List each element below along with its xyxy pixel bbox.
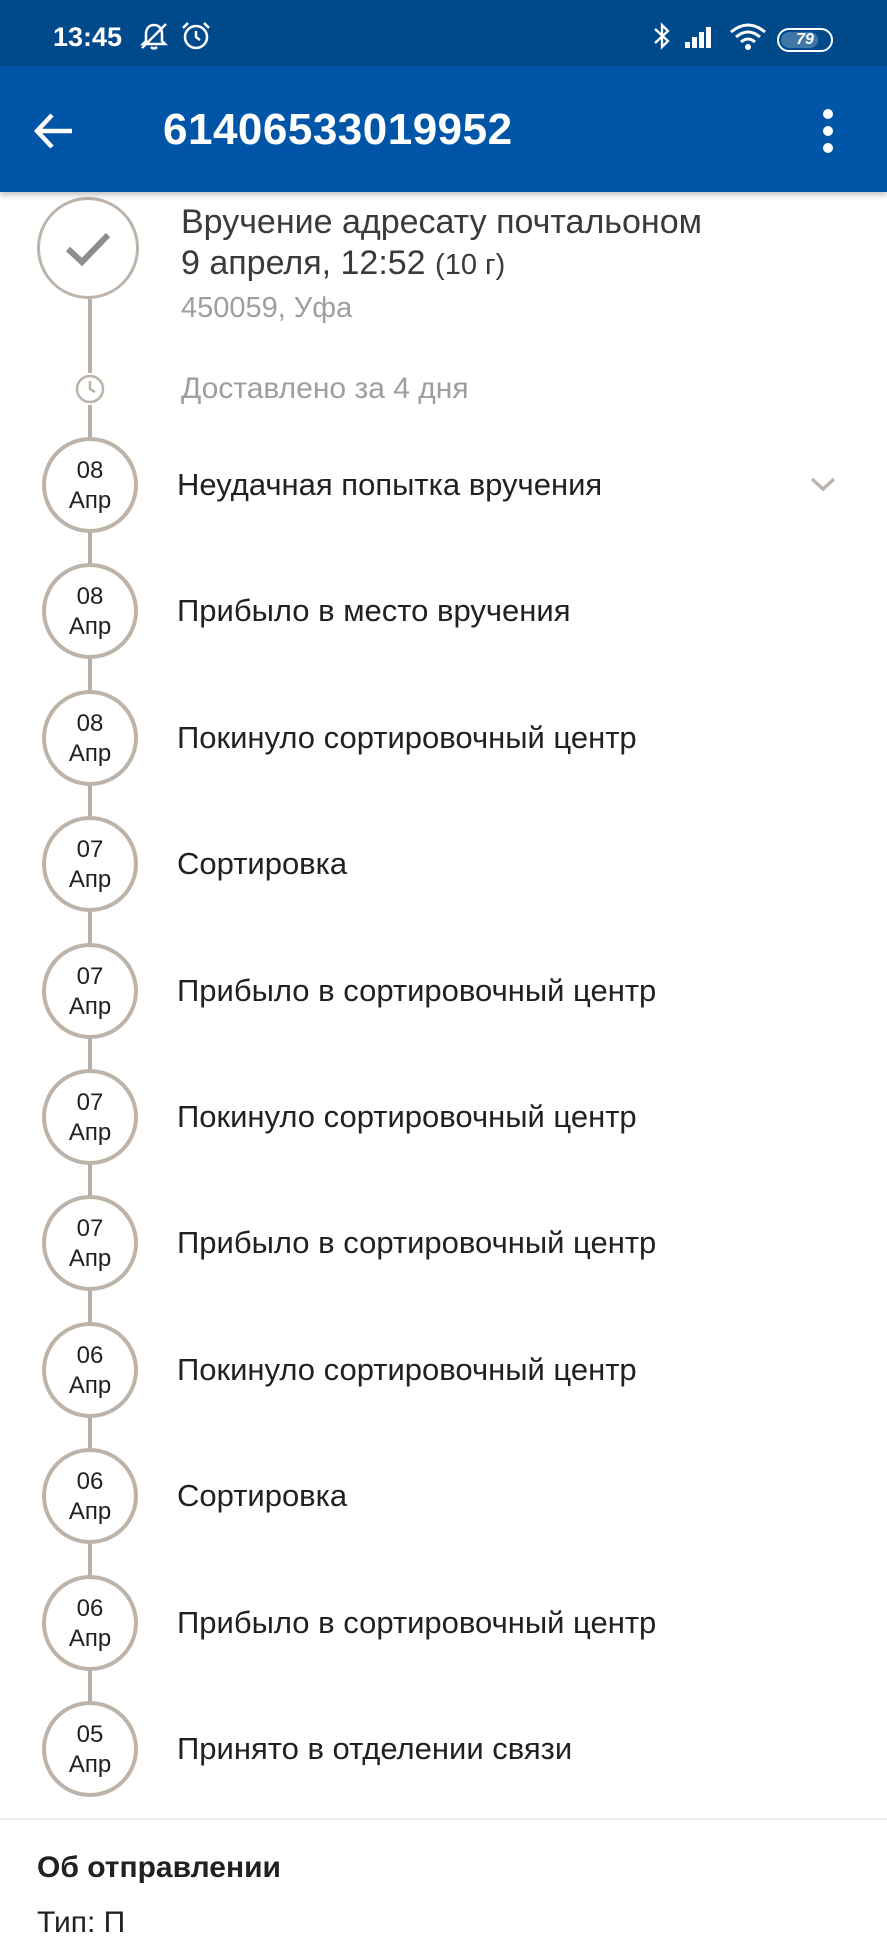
alarm-icon [182,22,210,50]
event-label: Покинуло сортировочный центр [177,1099,637,1134]
bluetooth-icon [654,22,670,50]
event-day: 08 [76,457,104,484]
shipment-type-partial: Тип: П [37,1906,126,1939]
delivered-status [37,197,139,299]
event-day: 07 [76,1215,104,1242]
final-event-place: 450059, Уфа [181,292,353,324]
event-month: Апр [68,613,112,640]
event-day: 07 [76,963,104,990]
more-options-button[interactable] [808,104,848,158]
event-date-badge: 07 Апр [42,1195,138,1291]
timeline-event-row: 07 Апр Покинуло сортировочный центр [0,1069,887,1195]
event-month: Апр [68,487,112,514]
app-bar: 61406533019952 [0,66,887,192]
event-date-badge: 08 Апр [42,690,138,786]
event-day: 08 [76,710,104,737]
timeline-event-row: 06 Апр Сортировка [0,1448,887,1574]
event-date-badge: 05 Апр [42,1701,138,1797]
event-day: 08 [76,583,104,610]
final-event-date: 9 апреля, 12:52 (10 г) [181,244,505,283]
event-label: Покинуло сортировочный центр [177,720,637,755]
event-month: Апр [68,866,112,893]
timeline-event-row: 06 Апр Прибыло в сортировочный центр [0,1575,887,1701]
event-date-badge: 07 Апр [42,816,138,912]
event-label: Прибыло в сортировочный центр [177,1605,657,1640]
event-date-badge: 06 Апр [42,1448,138,1544]
chevron-down-icon[interactable] [806,467,840,501]
timeline-event-row: 05 Апр Принято в отделении связи [0,1701,887,1827]
more-vert-icon [823,109,833,153]
event-month: Апр [68,993,112,1020]
event-month: Апр [68,1119,112,1146]
event-date-badge: 06 Апр [42,1322,138,1418]
event-day: 07 [76,1089,104,1116]
event-day: 05 [76,1721,104,1748]
event-month: Апр [68,740,112,767]
event-day: 06 [76,1468,104,1495]
battery-level: 79 [796,31,814,48]
final-event-title: Вручение адресату почтальоном [181,203,702,241]
timeline-event-row[interactable]: 08 Апр Неудачная попытка вручения [0,437,887,563]
event-month: Апр [68,1751,112,1778]
divider [0,1818,887,1820]
event-label: Сортировка [177,1478,348,1513]
clock-icon [74,373,106,405]
back-button[interactable] [28,104,82,158]
event-date-badge: 07 Апр [42,1069,138,1165]
event-month: Апр [68,1372,112,1399]
timeline-event-row: 08 Апр Покинуло сортировочный центр [0,690,887,816]
battery-icon: 79 [777,28,833,52]
event-day: 07 [76,836,104,863]
event-day: 06 [76,1342,104,1369]
event-date-badge: 08 Апр [42,437,138,533]
timeline-event-row: 07 Апр Прибыло в сортировочный центр [0,943,887,1069]
arrow-left-icon [33,113,72,149]
event-label: Прибыло в место вручения [177,593,571,628]
check-icon [65,232,111,267]
event-day: 06 [76,1595,104,1622]
event-month: Апр [68,1498,112,1525]
timeline-event-row: 06 Апр Покинуло сортировочный центр [0,1322,887,1448]
event-date-badge: 06 Апр [42,1575,138,1671]
event-label: Неудачная попытка вручения [177,467,603,502]
timeline-event-row: 07 Апр Сортировка [0,816,887,942]
event-label: Покинуло сортировочный центр [177,1352,637,1387]
event-date-badge: 08 Апр [42,563,138,659]
event-date-badge: 07 Апр [42,943,138,1039]
timeline-event-row: 08 Апр Прибыло в место вручения [0,563,887,689]
event-label: Сортировка [177,846,348,881]
page-title: 61406533019952 [163,105,513,154]
event-label: Прибыло в сортировочный центр [177,1225,657,1260]
section-title-about: Об отправлении [37,1851,281,1884]
event-label: Принято в отделении связи [177,1731,573,1766]
final-event-weight: (10 г) [435,249,506,281]
status-bar: 13:45 79 [0,0,887,66]
bell-off-icon [139,23,169,50]
event-month: Апр [68,1625,112,1652]
status-time: 13:45 [53,22,123,52]
event-month: Апр [68,1245,112,1272]
delivery-duration: Доставлено за 4 дня [181,372,469,405]
wifi-icon [730,23,766,50]
signal-icon [685,27,711,48]
final-event-datetime: 9 апреля, 12:52 [181,244,426,282]
event-label: Прибыло в сортировочный центр [177,973,657,1008]
timeline-event-row: 07 Апр Прибыло в сортировочный центр [0,1195,887,1321]
